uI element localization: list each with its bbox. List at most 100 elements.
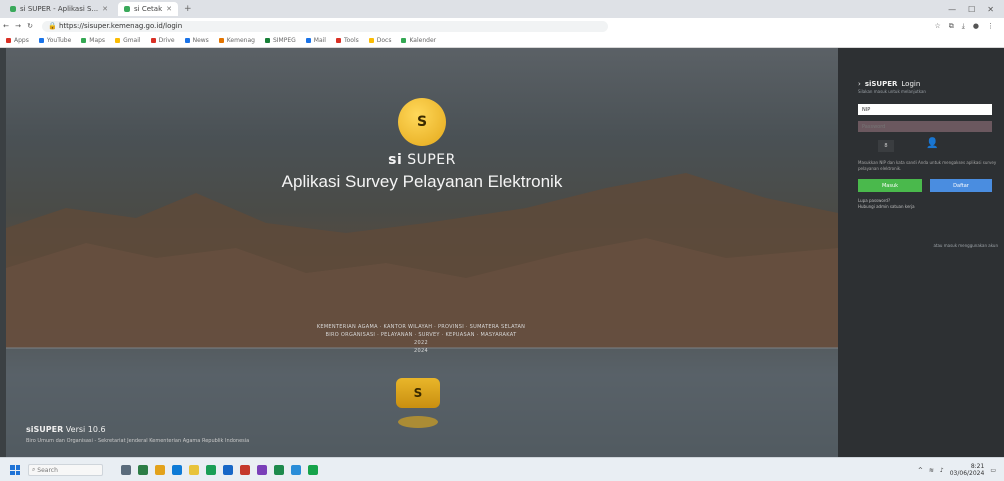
login-title-app: siSUPER [864, 80, 898, 88]
maximize-icon[interactable]: ☐ [968, 5, 975, 14]
bookmark-label: Gmail [123, 37, 141, 44]
close-tab-icon[interactable]: ✕ [166, 5, 172, 13]
app-icon[interactable] [138, 465, 148, 475]
toolbar-actions: ☆ ⧉ ⤓ ● ⋮ [935, 22, 1004, 31]
bookmark-favicon-icon [368, 38, 374, 43]
bookmark-item[interactable]: Maps [81, 37, 105, 44]
favicon-icon [10, 6, 16, 12]
app-icon[interactable] [291, 465, 301, 475]
brand-tagline: Aplikasi Survey Pelayanan Elektronik [281, 172, 563, 191]
tab-title: si SUPER - Aplikasi S... [20, 5, 99, 13]
bookmark-item[interactable]: Gmail [115, 37, 141, 44]
captcha-text: 8 [884, 143, 888, 149]
bookmark-item[interactable]: Mail [305, 37, 326, 44]
excel-icon[interactable] [274, 465, 284, 475]
brand-prefix: si [388, 152, 403, 168]
username-field[interactable] [858, 104, 992, 115]
lock-icon: 🔒 [48, 22, 59, 30]
extensions-icon[interactable]: ⧉ [949, 22, 954, 31]
address-bar[interactable]: 🔒 https://sisuper.kemenag.go.id/login [42, 20, 608, 32]
footer-copyright: Biro Umum dan Organisasi - Sekretariat J… [26, 438, 250, 444]
bookmark-favicon-icon [264, 38, 270, 43]
clock-date: 03/06/2024 [949, 470, 985, 477]
bookmark-label: Drive [158, 37, 175, 44]
fineprint-year: 2022 [414, 340, 428, 346]
task-view-icon[interactable] [121, 465, 131, 475]
profile-icon[interactable]: ● [973, 22, 979, 31]
minimize-icon[interactable]: — [948, 5, 956, 14]
fineprint-row: BIRO ORGANISASI · PELAYANAN · SURVEY · K… [325, 332, 517, 338]
clock-time: 8:21 [970, 463, 985, 470]
back-icon[interactable]: ← [0, 22, 12, 30]
bookmark-item[interactable]: Drive [150, 37, 175, 44]
bookmark-label: Docs [376, 37, 392, 44]
new-tab-icon[interactable]: + [184, 4, 192, 14]
taskbar-search[interactable]: ⌕ Search [28, 464, 103, 476]
file-explorer-icon[interactable] [155, 465, 165, 475]
bookmark-label: Kemenag [226, 37, 255, 44]
small-logo: S [396, 378, 440, 408]
bookmark-label: Tools [343, 37, 359, 44]
bookmark-favicon-icon [38, 38, 44, 43]
star-icon[interactable]: ☆ [935, 22, 941, 31]
user-icon[interactable]: 👤 [926, 137, 938, 151]
login-panel: › siSUPER Login Silakan masuk untuk mela… [838, 48, 1004, 457]
login-note: Masukkan NIP dan kata sandi Anda untuk m… [858, 160, 997, 171]
login-button[interactable]: Masuk [858, 179, 922, 192]
wifi-icon[interactable]: ≋ [929, 467, 934, 474]
clock[interactable]: 8:21 03/06/2024 [950, 463, 985, 477]
bookmark-item[interactable]: Kalender [401, 37, 436, 44]
bookmark-favicon-icon [335, 38, 341, 43]
brand-block: S si SUPER Aplikasi Survey Pelayanan Ele… [6, 98, 838, 192]
footer-version: Versi 10.6 [65, 425, 106, 434]
password-field[interactable] [858, 121, 992, 132]
volume-icon[interactable]: ♪ [940, 467, 944, 474]
bookmark-item[interactable]: Docs [368, 37, 392, 44]
bookmark-item[interactable]: YouTube [38, 37, 71, 44]
bookmark-item[interactable]: Apps [6, 37, 29, 44]
menu-icon[interactable]: ⋮ [987, 22, 994, 31]
contact-admin-text: Hubungi admin satuan kerja [858, 204, 915, 209]
windows-start-icon[interactable] [10, 465, 20, 475]
tab-title: si Cetak [134, 5, 163, 13]
institution-fineprint: KEMENTERIAN AGAMA · KANTOR WILAYAH · PRO… [276, 324, 566, 356]
edge-icon[interactable] [172, 465, 182, 475]
search-placeholder: Search [37, 466, 58, 474]
favicon-icon [124, 6, 131, 12]
bookmark-item[interactable]: Kemenag [218, 37, 255, 44]
window-close-icon[interactable]: ✕ [987, 5, 994, 14]
brand-suffix: SUPER [407, 152, 456, 168]
bookmark-item[interactable]: Tools [335, 37, 359, 44]
bookmark-item[interactable]: SIMPEG [264, 37, 296, 44]
download-icon[interactable]: ⤓ [962, 22, 965, 31]
app-icon[interactable] [257, 465, 267, 475]
app-icon[interactable] [308, 465, 318, 475]
version-line: siSUPER Versi 10.6 [26, 425, 249, 434]
chrome-icon[interactable] [206, 465, 216, 475]
captcha-box: 8 [878, 140, 894, 152]
bookmark-favicon-icon [115, 38, 121, 43]
bookmark-favicon-icon [184, 38, 190, 43]
bookmark-label: Apps [14, 37, 29, 44]
system-tray: ^ ≋ ♪ 8:21 03/06/2024 ▭ [918, 463, 1004, 477]
chevron-up-icon[interactable]: ^ [918, 467, 923, 474]
bookmark-label: Kalender [409, 37, 437, 44]
forward-icon[interactable]: → [12, 22, 24, 30]
browser-tab-2[interactable]: si Cetak ✕ [118, 2, 179, 16]
footer-app-name: siSUPER [26, 425, 64, 434]
small-logo-letter: S [413, 386, 423, 400]
notification-icon[interactable]: ▭ [990, 467, 996, 474]
screen: si SUPER - Aplikasi S... ✕ si Cetak ✕ + … [0, 0, 1004, 481]
powerpoint-icon[interactable] [240, 465, 250, 475]
reload-icon[interactable]: ↻ [24, 22, 36, 30]
folder-icon[interactable] [189, 465, 199, 475]
login-title: › siSUPER Login [858, 80, 920, 88]
bookmark-item[interactable]: News [184, 37, 209, 44]
browser-tab-1[interactable]: si SUPER - Aplikasi S... ✕ [4, 2, 114, 16]
bookmark-label: Mail [313, 37, 326, 44]
word-icon[interactable] [223, 465, 233, 475]
close-tab-icon[interactable]: ✕ [102, 5, 108, 13]
logo-reflection [398, 416, 438, 428]
register-button[interactable]: Daftar [930, 179, 992, 192]
logo-letter: S [416, 114, 428, 130]
